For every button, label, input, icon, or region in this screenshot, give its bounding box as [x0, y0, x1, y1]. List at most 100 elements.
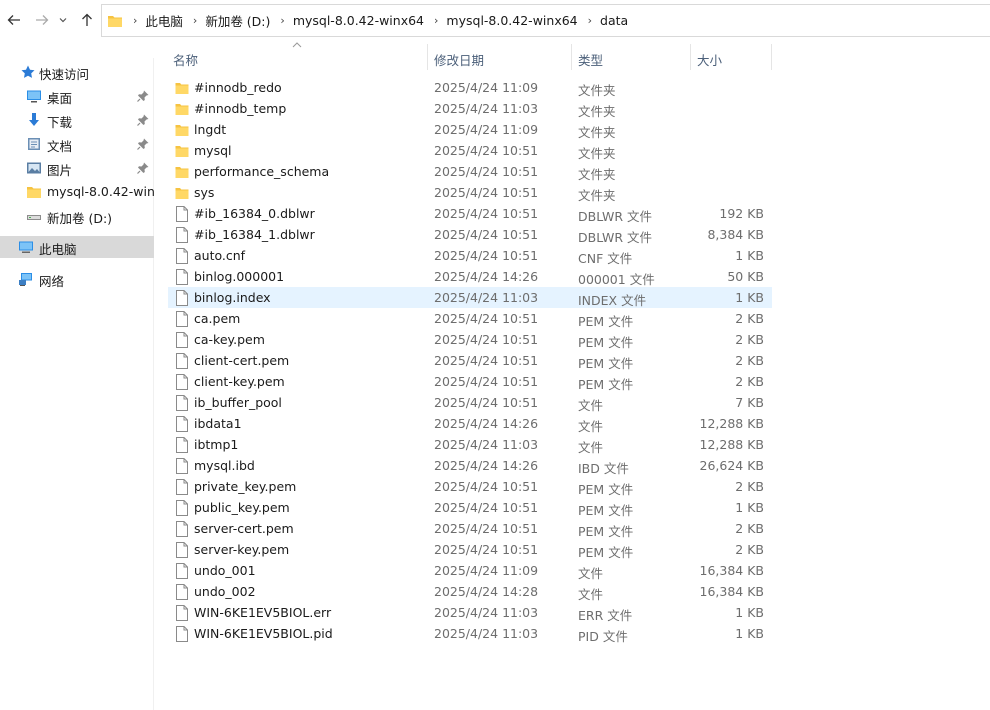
chevron-right-icon[interactable]: ›	[434, 14, 438, 27]
file-row[interactable]: ibdata1 2025/4/24 14:26 文件 12,288 KB	[168, 413, 772, 434]
file-row[interactable]: #ib_16384_1.dblwr 2025/4/24 10:51 DBLWR 文件…	[168, 224, 772, 245]
file-name[interactable]: ibdata1	[194, 416, 242, 431]
file-row[interactable]: mysql.ibd 2025/4/24 14:26 IBD 文件 26,624 KB	[168, 455, 772, 476]
folder-row[interactable]: #innodb_temp 2025/4/24 11:03 文件夹	[168, 98, 772, 119]
sidebar-item-desktop[interactable]: 桌面	[0, 85, 154, 107]
back-button[interactable]	[4, 10, 24, 30]
sidebar-item-this-pc[interactable]: 此电脑	[0, 236, 154, 258]
file-size: 8,384 KB	[707, 227, 764, 242]
recent-locations-button[interactable]	[56, 10, 70, 30]
file-row[interactable]: undo_002 2025/4/24 14:28 文件 16,384 KB	[168, 581, 772, 602]
breadcrumb-item[interactable]: mysql-8.0.42-winx64	[446, 13, 577, 28]
file-row[interactable]: #ib_16384_0.dblwr 2025/4/24 10:51 DBLWR 文件…	[168, 203, 772, 224]
file-row[interactable]: undo_001 2025/4/24 11:09 文件 16,384 KB	[168, 560, 772, 581]
column-divider[interactable]	[771, 44, 772, 70]
file-name[interactable]: binlog.000001	[194, 269, 284, 284]
file-name[interactable]: server-key.pem	[194, 542, 289, 557]
file-name[interactable]: auto.cnf	[194, 248, 245, 263]
file-row[interactable]: server-cert.pem 2025/4/24 10:51 PEM 文件 2 KB	[168, 518, 772, 539]
sidebar-item-mysql-folder[interactable]: mysql-8.0.42-winx	[0, 181, 154, 203]
column-divider[interactable]	[690, 44, 691, 70]
file-modified-date: 2025/4/24 11:03	[434, 626, 539, 641]
file-name[interactable]: #innodb_temp	[194, 101, 286, 116]
file-name[interactable]: WIN-6KE1EV5BIOL.err	[194, 605, 331, 620]
file-name[interactable]: server-cert.pem	[194, 521, 294, 536]
breadcrumb-item[interactable]: 此电脑	[145, 11, 183, 30]
chevron-right-icon[interactable]: ›	[588, 14, 592, 27]
column-size[interactable]: 大小	[697, 50, 722, 69]
file-name[interactable]: undo_002	[194, 584, 256, 599]
file-name[interactable]: private_key.pem	[194, 479, 296, 494]
pin-icon[interactable]	[136, 137, 150, 151]
column-date[interactable]: 修改日期	[434, 50, 484, 69]
file-row[interactable]: auto.cnf 2025/4/24 10:51 CNF 文件 1 KB	[168, 245, 772, 266]
file-row[interactable]: client-key.pem 2025/4/24 10:51 PEM 文件 2 KB	[168, 371, 772, 392]
file-icon	[176, 584, 188, 600]
file-name[interactable]: WIN-6KE1EV5BIOL.pid	[194, 626, 333, 641]
column-type[interactable]: 类型	[578, 50, 603, 69]
folder-row[interactable]: sys 2025/4/24 10:51 文件夹	[168, 182, 772, 203]
folder-row[interactable]: #innodb_redo 2025/4/24 11:09 文件夹	[168, 77, 772, 98]
breadcrumb-item[interactable]: mysql-8.0.42-winx64	[293, 13, 424, 28]
folder-row[interactable]: performance_schema 2025/4/24 10:51 文件夹	[168, 161, 772, 182]
pin-icon[interactable]	[136, 113, 150, 127]
file-name[interactable]: performance_schema	[194, 164, 329, 179]
chevron-right-icon[interactable]: ›	[280, 14, 284, 27]
file-name[interactable]: ca-key.pem	[194, 332, 265, 347]
file-name[interactable]: ib_buffer_pool	[194, 395, 282, 410]
file-row[interactable]: ib_buffer_pool 2025/4/24 10:51 文件 7 KB	[168, 392, 772, 413]
file-name[interactable]: client-key.pem	[194, 374, 285, 389]
file-size: 2 KB	[735, 521, 764, 536]
file-name[interactable]: ca.pem	[194, 311, 240, 326]
file-type: PEM 文件	[578, 356, 634, 371]
file-name[interactable]: client-cert.pem	[194, 353, 289, 368]
column-divider[interactable]	[571, 44, 572, 70]
sidebar-item-documents[interactable]: 文档	[0, 133, 154, 155]
file-name[interactable]: ibtmp1	[194, 437, 238, 452]
file-row[interactable]: server-key.pem 2025/4/24 10:51 PEM 文件 2 KB	[168, 539, 772, 560]
file-row[interactable]: ca-key.pem 2025/4/24 10:51 PEM 文件 2 KB	[168, 329, 772, 350]
file-name[interactable]: binlog.index	[194, 290, 271, 305]
file-name[interactable]: mysql	[194, 143, 232, 158]
column-name[interactable]: 名称	[173, 50, 198, 69]
sidebar-item-downloads[interactable]: 下载	[0, 109, 154, 131]
file-row[interactable]: WIN-6KE1EV5BIOL.err 2025/4/24 11:03 ERR 文件…	[168, 602, 772, 623]
file-name[interactable]: #ib_16384_1.dblwr	[194, 227, 315, 242]
file-row[interactable]: private_key.pem 2025/4/24 10:51 PEM 文件 2 KB	[168, 476, 772, 497]
sidebar-item-drive-d[interactable]: 新加卷 (D:)	[0, 205, 154, 227]
up-button[interactable]	[77, 10, 97, 30]
sidebar-item-quick-access[interactable]: 快速访问	[0, 61, 154, 83]
file-row[interactable]: binlog.index 2025/4/24 11:03 INDEX 文件 1 KB	[168, 287, 772, 308]
file-name[interactable]: undo_001	[194, 563, 256, 578]
sidebar-item-pictures[interactable]: 图片	[0, 157, 154, 179]
file-row[interactable]: client-cert.pem 2025/4/24 10:51 PEM 文件 2 KB	[168, 350, 772, 371]
sidebar-item-network[interactable]: 网络	[0, 268, 154, 290]
file-row[interactable]: public_key.pem 2025/4/24 10:51 PEM 文件 1 KB	[168, 497, 772, 518]
file-icon	[176, 626, 188, 642]
file-modified-date: 2025/4/24 10:51	[434, 374, 539, 389]
file-name[interactable]: sys	[194, 185, 214, 200]
forward-button[interactable]	[32, 10, 52, 30]
sidebar-item-label: 快速访问	[39, 67, 90, 82]
file-name[interactable]: lngdt	[194, 122, 226, 137]
file-name[interactable]: #innodb_redo	[194, 80, 282, 95]
column-divider[interactable]	[427, 44, 428, 70]
pin-icon[interactable]	[136, 89, 150, 103]
chevron-right-icon[interactable]: ›	[193, 14, 197, 27]
breadcrumb-item[interactable]: 新加卷 (D:)	[205, 11, 270, 30]
file-name[interactable]: mysql.ibd	[194, 458, 255, 473]
file-row[interactable]: binlog.000001 2025/4/24 14:26 000001 文件 50 …	[168, 266, 772, 287]
file-type: ERR 文件	[578, 608, 633, 623]
pin-icon[interactable]	[136, 161, 150, 175]
folder-row[interactable]: lngdt 2025/4/24 11:09 文件夹	[168, 119, 772, 140]
file-row[interactable]: ca.pem 2025/4/24 10:51 PEM 文件 2 KB	[168, 308, 772, 329]
file-row[interactable]: ibtmp1 2025/4/24 11:03 文件 12,288 KB	[168, 434, 772, 455]
folder-row[interactable]: mysql 2025/4/24 10:51 文件夹	[168, 140, 772, 161]
address-bar[interactable]: › 此电脑 › 新加卷 (D:) › mysql-8.0.42-winx64 ›…	[101, 4, 990, 37]
file-size: 1 KB	[735, 626, 764, 641]
file-name[interactable]: public_key.pem	[194, 500, 290, 515]
file-icon	[176, 500, 188, 516]
file-row[interactable]: WIN-6KE1EV5BIOL.pid 2025/4/24 11:03 PID 文件…	[168, 623, 772, 644]
breadcrumb-item[interactable]: data	[600, 13, 628, 28]
file-name[interactable]: #ib_16384_0.dblwr	[194, 206, 315, 221]
